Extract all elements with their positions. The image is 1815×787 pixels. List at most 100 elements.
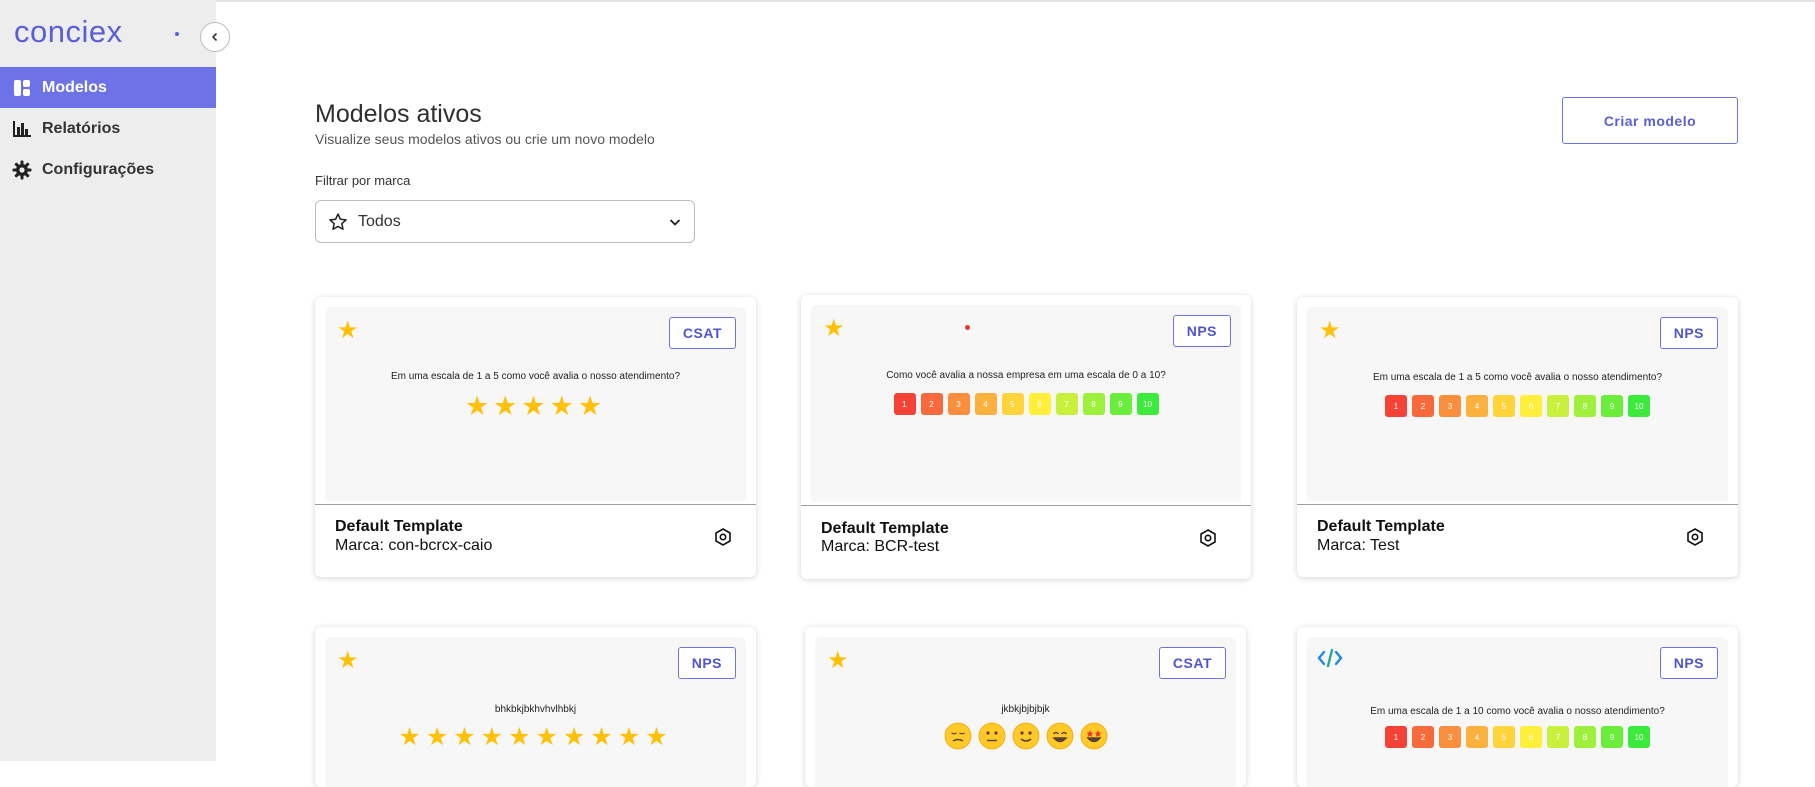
sidebar-item-configuracoes[interactable]: Configurações xyxy=(0,149,216,190)
nps-score-option: 2 xyxy=(920,393,943,415)
star-icon: ★ xyxy=(1319,317,1341,344)
filter-label: Filtrar por marca xyxy=(315,173,411,188)
settings-button[interactable] xyxy=(710,524,736,550)
survey-question: Como você avalia a nossa empresa em uma … xyxy=(886,370,1166,381)
type-badge: CSAT xyxy=(668,317,736,349)
nps-score-option: 9 xyxy=(1601,726,1623,748)
nps-score-option: 6 xyxy=(1520,726,1542,748)
conciex-logo: conciex xyxy=(14,14,179,49)
settings-icon xyxy=(715,528,731,546)
template-brand: Marca: Test xyxy=(1317,537,1400,554)
sidebar-item-modelos[interactable]: Modelos xyxy=(0,67,216,108)
nps-score-option: 5 xyxy=(1493,726,1515,748)
rating-stars: ★★★★★ xyxy=(325,393,746,420)
sidebar: conciex Modelos Relatórios Configurações xyxy=(0,0,230,761)
brand-filter-select[interactable]: Todos xyxy=(315,200,695,243)
settings-button[interactable] xyxy=(1682,524,1708,550)
top-border xyxy=(0,0,1815,2)
template-brand: Marca: BCR-test xyxy=(821,538,940,555)
sidebar-item-label: Modelos xyxy=(42,78,107,96)
template-name: Default Template xyxy=(335,518,463,535)
rating-star-icon: ★ xyxy=(521,391,550,421)
nps-score-option: 3 xyxy=(1439,395,1461,417)
nps-score-option: 4 xyxy=(1466,395,1488,417)
card-divider xyxy=(801,505,1251,506)
rating-star-icon: ★ xyxy=(549,391,578,421)
nps-score-option: 9 xyxy=(1109,393,1132,415)
card-preview: ★ NPS Como você avalia a nossa empresa e… xyxy=(811,305,1241,502)
card-divider xyxy=(1297,504,1738,505)
nps-score-option: 2 xyxy=(1412,395,1434,417)
bar-chart-icon xyxy=(12,119,32,139)
chevron-left-icon xyxy=(211,32,218,42)
emoji-scale xyxy=(815,722,1236,750)
nps-score-option: 7 xyxy=(1055,393,1078,415)
nps-score-option: 7 xyxy=(1547,395,1569,417)
template-card[interactable]: ★ NPS Em uma escala de 1 a 5 como você a… xyxy=(1297,297,1738,577)
settings-button[interactable] xyxy=(1195,525,1221,551)
star-outline-icon xyxy=(329,212,347,230)
rating-star-icon: ★ xyxy=(493,391,522,421)
sidebar-item-relatorios[interactable]: Relatórios xyxy=(0,108,216,149)
card-divider xyxy=(315,504,756,505)
survey-question: Em uma escala de 1 a 5 como você avalia … xyxy=(390,371,681,382)
collapse-sidebar-button[interactable] xyxy=(200,22,230,52)
template-name: Default Template xyxy=(821,520,949,537)
type-badge: CSAT xyxy=(1158,647,1226,679)
nps-score-option: 2 xyxy=(1412,726,1434,748)
type-badge: NPS xyxy=(1659,317,1718,349)
nps-score-option: 10 xyxy=(1628,726,1650,748)
template-card[interactable]: ★ NPS bhkbkjbkhvhvlhbkj ★★★★★★★★★★ xyxy=(315,627,756,787)
nps-score-option: 5 xyxy=(1493,395,1515,417)
nps-score-option: 1 xyxy=(1385,395,1407,417)
rating-star-icon: ★ xyxy=(617,723,646,751)
card-preview: ★ NPS Em uma escala de 1 a 5 como você a… xyxy=(1307,307,1728,501)
rating-star-icon: ★ xyxy=(508,723,536,751)
template-card[interactable]: ★ CSAT Em uma escala de 1 a 5 como você … xyxy=(315,297,756,577)
nps-score-option: 8 xyxy=(1082,393,1105,415)
nps-score-option: 7 xyxy=(1547,726,1569,748)
rating-star-icon: ★ xyxy=(562,723,591,751)
page-title: Modelos ativos xyxy=(315,100,482,128)
rating-star-icon: ★ xyxy=(590,723,618,751)
nps-score-option: 8 xyxy=(1574,726,1596,748)
rating-star-icon: ★ xyxy=(645,723,673,751)
nps-score-option: 3 xyxy=(947,393,970,415)
template-card[interactable]: ★ NPS Como você avalia a nossa empresa e… xyxy=(801,295,1251,579)
template-card[interactable]: ★ CSAT jkbkjbjbjbjk xyxy=(805,627,1246,787)
survey-question: bhkbkjbkhvhvlhbkj xyxy=(494,704,577,715)
rating-star-icon: ★ xyxy=(398,723,426,751)
type-badge: NPS xyxy=(1172,315,1231,347)
star-icon: ★ xyxy=(337,647,359,674)
rating-star-icon: ★ xyxy=(453,723,481,751)
emoji-rating-option xyxy=(978,722,1006,750)
nps-score-option: 1 xyxy=(893,393,916,415)
sidebar-item-label: Configurações xyxy=(42,160,155,178)
star-icon: ★ xyxy=(827,647,849,674)
rating-star-icon: ★ xyxy=(535,723,563,751)
nps-score-option: 9 xyxy=(1601,395,1623,417)
rating-star-icon: ★ xyxy=(480,723,509,751)
survey-question: Em uma escala de 1 a 10 como você avalia… xyxy=(1370,706,1665,717)
nps-score-option: 10 xyxy=(1628,395,1650,417)
create-model-button[interactable]: Criar modelo xyxy=(1562,97,1738,144)
nps-score-option: 6 xyxy=(1028,393,1051,415)
rating-stars: ★★★★★★★★★★ xyxy=(325,725,746,750)
nps-score-option: 6 xyxy=(1520,395,1542,417)
star-icon: ★ xyxy=(337,317,359,344)
nps-scale: 1 2 3 4 5 6 7 8 9 10 xyxy=(1307,726,1728,748)
type-badge: NPS xyxy=(1659,647,1718,679)
emoji-rating-option xyxy=(1080,722,1108,750)
chevron-down-icon xyxy=(669,218,681,226)
nps-score-option: 3 xyxy=(1439,726,1461,748)
nps-score-option: 4 xyxy=(974,393,997,415)
nps-score-option: 10 xyxy=(1136,393,1159,415)
nps-scale: 1 2 3 4 5 6 7 8 9 10 xyxy=(1307,395,1728,417)
rating-star-icon: ★ xyxy=(464,391,494,421)
card-preview: ★ CSAT jkbkjbjbjbjk xyxy=(815,637,1236,787)
template-card[interactable]: NPS Em uma escala de 1 a 10 como você av… xyxy=(1297,627,1738,787)
page-subtitle: Visualize seus modelos ativos ou crie um… xyxy=(315,131,655,147)
code-icon xyxy=(1317,647,1343,674)
sidebar-item-label: Relatórios xyxy=(42,119,121,137)
svg-text:conciex: conciex xyxy=(14,14,123,49)
